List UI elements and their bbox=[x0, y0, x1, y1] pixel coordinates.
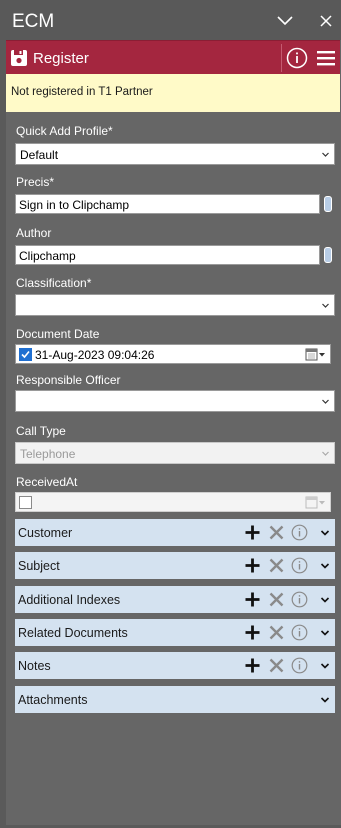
plus-icon bbox=[245, 625, 260, 640]
quick-add-profile-select[interactable]: Default bbox=[15, 143, 335, 165]
info-button[interactable] bbox=[291, 624, 308, 641]
section-notes[interactable]: Notes bbox=[15, 652, 335, 679]
received-at-calendar-button[interactable] bbox=[305, 496, 327, 509]
save-icon bbox=[11, 50, 27, 66]
document-date-value: 31-Aug-2023 09:04:26 bbox=[35, 348, 155, 362]
remove-button[interactable] bbox=[268, 524, 285, 541]
document-date-picker[interactable]: 31-Aug-2023 09:04:26 bbox=[15, 344, 331, 364]
status-banner: Not registered in T1 Partner bbox=[6, 74, 340, 112]
call-type-select[interactable]: Telephone bbox=[15, 442, 335, 464]
precis-scroll-grip[interactable] bbox=[324, 196, 332, 212]
remove-button[interactable] bbox=[268, 624, 285, 641]
call-type-value: Telephone bbox=[20, 447, 76, 461]
chevron-down-icon[interactable] bbox=[320, 695, 330, 705]
info-icon bbox=[291, 657, 308, 674]
document-date-calendar-button[interactable] bbox=[305, 348, 327, 361]
chevron-down-icon[interactable] bbox=[320, 661, 330, 671]
info-icon bbox=[291, 557, 308, 574]
calendar-icon bbox=[305, 496, 325, 509]
register-label[interactable]: Register bbox=[33, 50, 89, 67]
menu-button[interactable] bbox=[316, 49, 336, 67]
add-button[interactable] bbox=[244, 557, 261, 574]
received-at-picker[interactable] bbox=[15, 492, 331, 512]
register-button[interactable] bbox=[10, 49, 28, 67]
author-label: Author bbox=[16, 226, 52, 240]
section-label: Customer bbox=[18, 526, 73, 540]
info-button[interactable] bbox=[291, 524, 308, 541]
classification-select[interactable] bbox=[15, 294, 335, 316]
quick-add-profile-label: Quick Add Profile* bbox=[16, 124, 113, 138]
plus-icon bbox=[245, 658, 260, 673]
section-additional-indexes[interactable]: Additional Indexes bbox=[15, 586, 335, 613]
chevron-down-icon[interactable] bbox=[320, 595, 330, 605]
info-button[interactable] bbox=[291, 591, 308, 608]
document-date-label: Document Date bbox=[16, 327, 100, 341]
add-button[interactable] bbox=[244, 657, 261, 674]
precis-value: Sign in to Clipchamp bbox=[19, 198, 130, 212]
quick-add-profile-value: Default bbox=[20, 148, 59, 162]
x-icon bbox=[269, 625, 284, 640]
minimize-button[interactable] bbox=[276, 12, 294, 30]
chevron-down-icon bbox=[322, 303, 329, 308]
x-icon bbox=[269, 592, 284, 607]
check-icon bbox=[21, 350, 30, 359]
plus-icon bbox=[245, 558, 260, 573]
calendar-icon bbox=[305, 348, 325, 361]
chevron-down-icon bbox=[322, 399, 329, 404]
document-date-checkbox[interactable] bbox=[19, 348, 32, 361]
section-label: Additional Indexes bbox=[18, 593, 121, 607]
plus-icon bbox=[245, 592, 260, 607]
info-icon bbox=[291, 524, 308, 541]
received-at-label: ReceivedAt bbox=[16, 475, 78, 489]
section-subject[interactable]: Subject bbox=[15, 552, 335, 579]
section-label: Attachments bbox=[18, 693, 88, 707]
responsible-officer-label: Responsible Officer bbox=[16, 373, 121, 387]
close-icon bbox=[320, 15, 332, 27]
register-divider bbox=[281, 44, 282, 72]
title-bar: ECM bbox=[0, 0, 341, 40]
chevron-down-icon[interactable] bbox=[320, 528, 330, 538]
info-button[interactable] bbox=[291, 557, 308, 574]
info-icon bbox=[286, 47, 308, 69]
add-button[interactable] bbox=[244, 624, 261, 641]
chevron-down-icon bbox=[322, 152, 329, 157]
app-title: ECM bbox=[12, 11, 55, 32]
add-button[interactable] bbox=[244, 591, 261, 608]
precis-label: Precis* bbox=[16, 175, 55, 189]
remove-button[interactable] bbox=[268, 557, 285, 574]
hamburger-menu-icon bbox=[317, 51, 335, 66]
info-icon bbox=[291, 624, 308, 641]
call-type-label: Call Type bbox=[16, 424, 66, 438]
section-label: Subject bbox=[18, 559, 60, 573]
x-icon bbox=[269, 525, 284, 540]
plus-icon bbox=[245, 525, 260, 540]
x-icon bbox=[269, 658, 284, 673]
register-bar: Register bbox=[6, 40, 340, 74]
section-label: Notes bbox=[18, 659, 51, 673]
info-button[interactable] bbox=[286, 47, 308, 69]
chevron-down-icon[interactable] bbox=[320, 628, 330, 638]
author-scroll-grip[interactable] bbox=[324, 247, 332, 263]
remove-button[interactable] bbox=[268, 591, 285, 608]
close-button[interactable] bbox=[317, 12, 335, 30]
add-button[interactable] bbox=[244, 524, 261, 541]
section-label: Related Documents bbox=[18, 626, 128, 640]
chevron-down-icon bbox=[322, 451, 329, 456]
section-attachments[interactable]: Attachments bbox=[15, 686, 335, 713]
precis-input[interactable]: Sign in to Clipchamp bbox=[15, 194, 320, 214]
responsible-officer-select[interactable] bbox=[15, 390, 335, 412]
chevron-down-icon[interactable] bbox=[320, 561, 330, 571]
author-input[interactable]: Clipchamp bbox=[15, 245, 320, 265]
chevron-down-icon bbox=[277, 16, 293, 26]
received-at-checkbox[interactable] bbox=[19, 496, 32, 509]
section-related-documents[interactable]: Related Documents bbox=[15, 619, 335, 646]
classification-label: Classification* bbox=[16, 276, 92, 290]
section-customer[interactable]: Customer bbox=[15, 519, 335, 546]
info-icon bbox=[291, 591, 308, 608]
info-button[interactable] bbox=[291, 657, 308, 674]
author-value: Clipchamp bbox=[19, 249, 76, 263]
remove-button[interactable] bbox=[268, 657, 285, 674]
x-icon bbox=[269, 558, 284, 573]
